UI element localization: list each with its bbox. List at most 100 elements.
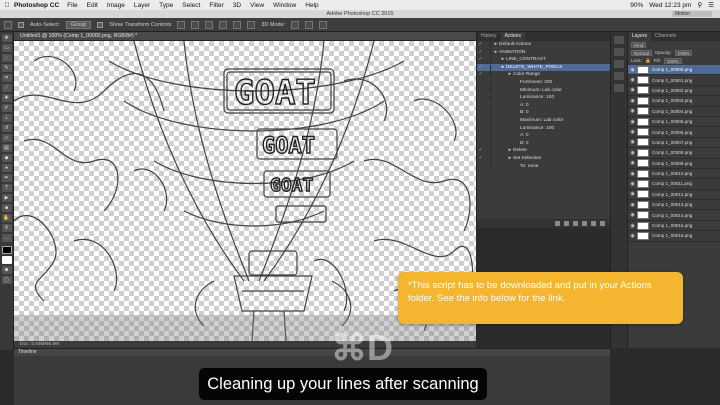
layer-row[interactable]: ◉ Comp 1_00009.png bbox=[628, 159, 720, 169]
menu-select[interactable]: Select bbox=[182, 2, 200, 9]
layer-name[interactable]: Comp 1_00008.png bbox=[652, 150, 692, 155]
menu-help[interactable]: Help bbox=[305, 2, 318, 9]
layer-row[interactable]: ◉ Comp 1_00014.png bbox=[628, 210, 720, 221]
dialog-toggle-icon[interactable] bbox=[484, 102, 491, 109]
tab-history[interactable]: History bbox=[477, 32, 501, 41]
visibility-eye-icon[interactable]: ◉ bbox=[628, 202, 637, 208]
layer-row[interactable]: ◉ Comp 1_00005.png bbox=[628, 117, 720, 128]
opacity-field[interactable]: 100% bbox=[674, 50, 693, 56]
layer-name[interactable]: Comp 1_00015.png bbox=[652, 223, 692, 228]
toggle-check-icon[interactable]: ✓ bbox=[477, 147, 484, 155]
action-row[interactable]: ✓ ▸ DELETE_WHITE_PIXELS bbox=[477, 63, 610, 72]
tab-actions[interactable]: Actions bbox=[500, 32, 525, 41]
layer-name[interactable]: Comp 1_00016.png bbox=[652, 233, 692, 238]
toggle-check-icon[interactable]: ✓ bbox=[477, 71, 484, 79]
dialog-toggle-icon[interactable] bbox=[484, 64, 491, 71]
adjustments-panel-icon[interactable] bbox=[614, 72, 624, 80]
visibility-eye-icon[interactable]: ◉ bbox=[628, 233, 637, 239]
menu-view[interactable]: View bbox=[250, 2, 264, 9]
action-row[interactable]: Fuzziness: 200 bbox=[477, 79, 610, 87]
menu-filter[interactable]: Filter bbox=[209, 2, 223, 9]
align-middle-icon[interactable] bbox=[191, 20, 200, 29]
action-row[interactable]: A: 0 bbox=[477, 102, 610, 110]
visibility-eye-icon[interactable]: ◉ bbox=[628, 87, 637, 93]
hand-tool-icon[interactable]: ✋ bbox=[1, 214, 12, 222]
layer-name[interactable]: Comp 1_00013.png bbox=[652, 202, 692, 207]
marquee-tool-icon[interactable]: ▭ bbox=[1, 44, 12, 52]
align-right-icon[interactable] bbox=[247, 20, 256, 29]
layer-name[interactable]: Comp 1_00001.png bbox=[652, 78, 692, 83]
dialog-toggle-icon[interactable] bbox=[484, 56, 491, 63]
disclosure-triangle-icon[interactable]: ▸ bbox=[493, 71, 513, 79]
visibility-eye-icon[interactable]: ◉ bbox=[628, 119, 637, 125]
tab-layers[interactable]: Layers bbox=[628, 32, 652, 41]
layer-row[interactable]: ◉ Comp 1_00003.png bbox=[628, 96, 720, 107]
toggle-check-icon[interactable]: ✓ bbox=[477, 41, 484, 49]
auto-select-dropdown[interactable]: Group bbox=[65, 20, 92, 29]
dialog-toggle-icon[interactable] bbox=[484, 41, 491, 48]
quick-select-tool-icon[interactable]: ✎ bbox=[1, 64, 12, 72]
action-row[interactable]: A: 0 bbox=[477, 132, 610, 140]
healing-tool-icon[interactable]: ✚ bbox=[1, 94, 12, 102]
new-action-icon[interactable] bbox=[591, 221, 596, 226]
visibility-eye-icon[interactable]: ◉ bbox=[628, 77, 637, 83]
action-row[interactable]: ✓ ▸ ANIMATION bbox=[477, 49, 610, 57]
toggle-check-icon[interactable]: ✓ bbox=[477, 155, 484, 163]
path-select-icon[interactable]: ▶ bbox=[1, 194, 12, 202]
clock[interactable]: Wed 12:23 pm bbox=[649, 2, 691, 9]
move-tool-icon[interactable]: ✥ bbox=[1, 34, 12, 42]
visibility-eye-icon[interactable]: ◉ bbox=[628, 108, 637, 114]
layer-kind-filter[interactable]: Kind bbox=[631, 42, 647, 48]
pen-tool-icon[interactable]: ✒ bbox=[1, 174, 12, 182]
layer-row[interactable]: ◉ Comp 1_00006.png bbox=[628, 127, 720, 138]
layer-name[interactable]: Comp 1_00006.png bbox=[652, 130, 692, 135]
brush-tool-icon[interactable]: ✐ bbox=[1, 104, 12, 112]
menu-image[interactable]: Image bbox=[107, 2, 125, 9]
align-left-icon[interactable] bbox=[219, 20, 228, 29]
layer-name[interactable]: Comp 1_00010.png bbox=[652, 171, 692, 176]
action-row[interactable]: ✓ ▸ Color Range bbox=[477, 71, 610, 79]
action-row[interactable]: B: 0 bbox=[477, 140, 610, 148]
dialog-toggle-icon[interactable] bbox=[484, 72, 491, 79]
layer-row[interactable]: ◉ Comp 1_00008.png bbox=[628, 148, 720, 159]
toggle-check-icon[interactable]: ✓ bbox=[477, 64, 484, 72]
screen-mode-icon[interactable]: ▢ bbox=[1, 276, 12, 284]
new-set-icon[interactable] bbox=[582, 221, 587, 226]
layer-row[interactable]: ◉ Comp 1_00010.png bbox=[628, 169, 720, 180]
layer-name[interactable]: Comp 1_00005.png bbox=[652, 119, 692, 124]
visibility-eye-icon[interactable]: ◉ bbox=[628, 98, 637, 104]
layer-row[interactable]: ◉ Comp 1_00007.png bbox=[628, 138, 720, 149]
tab-channels[interactable]: Channels bbox=[651, 32, 680, 41]
layer-row[interactable]: ◉ Comp 1_00012.png bbox=[628, 190, 720, 201]
blur-tool-icon[interactable]: ◆ bbox=[1, 154, 12, 162]
visibility-eye-icon[interactable]: ◉ bbox=[628, 181, 637, 187]
disclosure-triangle-icon[interactable]: ▸ bbox=[493, 155, 513, 163]
lasso-tool-icon[interactable]: ◌ bbox=[1, 54, 12, 62]
align-bottom-icon[interactable] bbox=[205, 20, 214, 29]
dialog-toggle-icon[interactable] bbox=[484, 163, 491, 170]
dialog-toggle-icon[interactable] bbox=[484, 79, 491, 86]
lock-icon[interactable]: 🔒 bbox=[645, 57, 651, 65]
history-panel-icon[interactable] bbox=[614, 36, 624, 44]
layer-row[interactable]: ◉ Comp 1_00002.png bbox=[628, 86, 720, 97]
layer-row[interactable]: ◉ Comp 1_00013.png bbox=[628, 200, 720, 211]
layer-name[interactable]: Comp 1_00000.png bbox=[652, 67, 692, 72]
3d-roll-icon[interactable] bbox=[305, 20, 314, 29]
layer-row[interactable]: ◉ Comp 1_00011.png bbox=[628, 179, 720, 190]
visibility-eye-icon[interactable]: ◉ bbox=[628, 191, 637, 197]
zoom-tool-icon[interactable]: ⚲ bbox=[1, 224, 12, 232]
action-row[interactable]: ✓ ▸ LINE_CONTRAST bbox=[477, 56, 610, 64]
background-color-swatch[interactable] bbox=[1, 256, 12, 264]
transform-controls-checkbox[interactable] bbox=[97, 21, 104, 28]
actions-panel-icon[interactable] bbox=[614, 48, 624, 56]
visibility-eye-icon[interactable]: ◉ bbox=[628, 139, 637, 145]
layer-row[interactable]: ◉ Comp 1_00015.png bbox=[628, 221, 720, 232]
dialog-toggle-icon[interactable] bbox=[484, 148, 491, 155]
layer-name[interactable]: Comp 1_00003.png bbox=[652, 98, 692, 103]
play-icon[interactable] bbox=[573, 221, 578, 226]
action-row[interactable]: Luminance: 100 bbox=[477, 125, 610, 133]
layer-name[interactable]: Comp 1_00012.png bbox=[652, 192, 692, 197]
menu-layer[interactable]: Layer bbox=[134, 2, 150, 9]
stamp-tool-icon[interactable]: ⊥ bbox=[1, 114, 12, 122]
styles-panel-icon[interactable] bbox=[614, 84, 624, 92]
